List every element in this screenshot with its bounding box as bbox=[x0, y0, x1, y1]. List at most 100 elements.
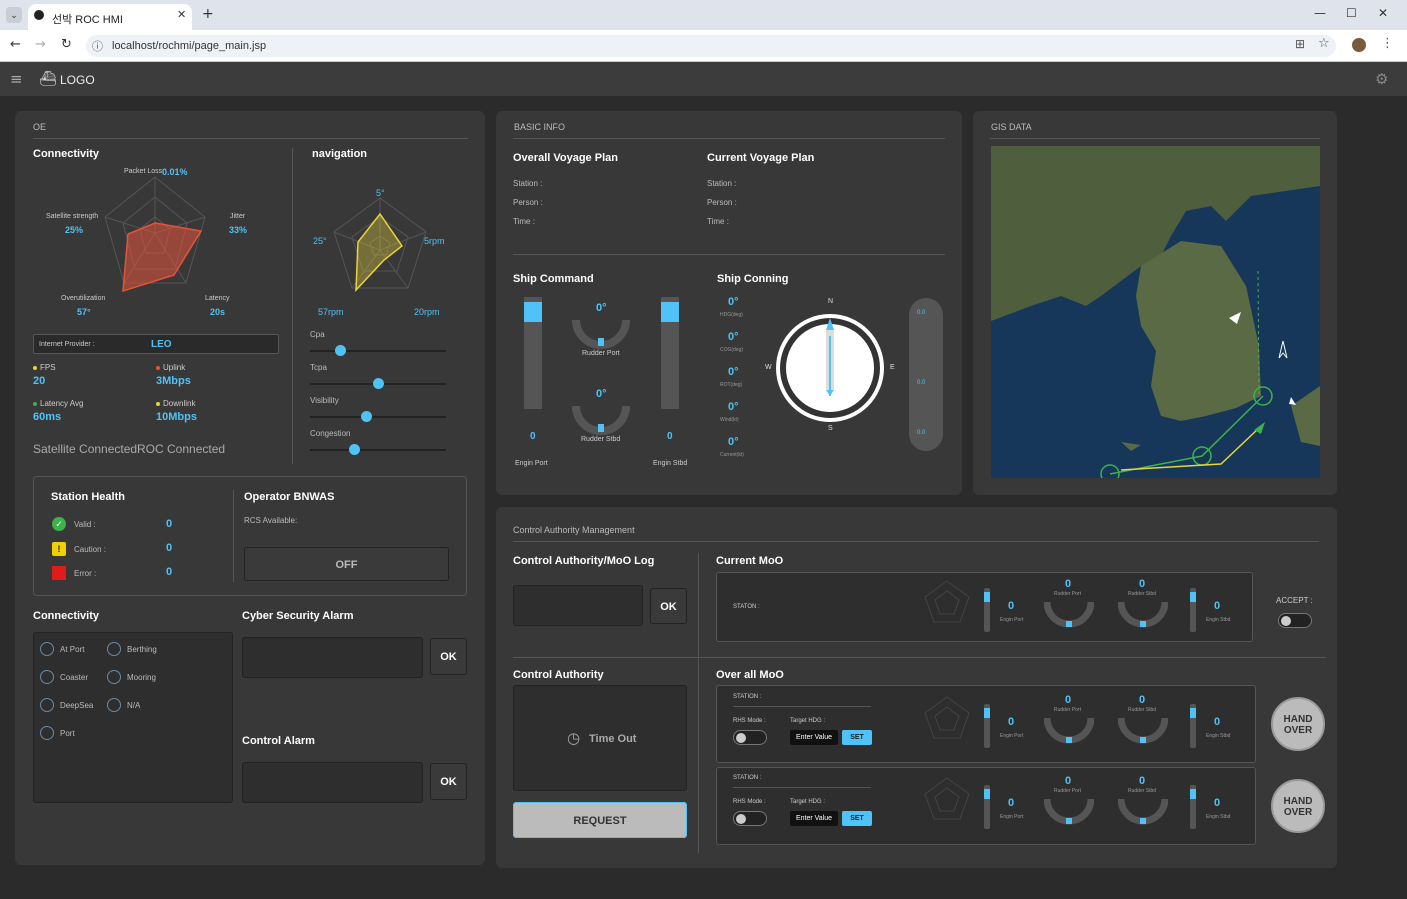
valid-value: 0 bbox=[166, 518, 173, 530]
request-button[interactable]: REQUEST bbox=[513, 802, 687, 838]
cyber-ok-button[interactable]: OK bbox=[430, 638, 467, 675]
set-button[interactable]: SET bbox=[842, 811, 872, 826]
coaster-radio[interactable] bbox=[40, 670, 54, 684]
accept-toggle[interactable] bbox=[1278, 613, 1312, 628]
berthing-radio[interactable] bbox=[107, 642, 121, 656]
roc-status: ROC Connected bbox=[137, 442, 226, 456]
divider bbox=[513, 541, 1319, 542]
latency-avg-value: 60ms bbox=[33, 411, 62, 423]
mooring-radio[interactable] bbox=[107, 670, 121, 684]
tab-list-button[interactable]: ⌄ bbox=[6, 7, 22, 23]
back-icon[interactable]: ← bbox=[10, 37, 21, 52]
compass-s: S bbox=[828, 425, 833, 432]
slider-knob[interactable] bbox=[373, 378, 384, 389]
latency-avg-dot bbox=[33, 402, 37, 406]
gis-map[interactable] bbox=[991, 146, 1320, 478]
accept-label: ACCEPT : bbox=[1276, 596, 1313, 605]
fps-value: 20 bbox=[33, 375, 46, 387]
engine-mini-label: Engin Stbd bbox=[1206, 733, 1231, 739]
overutilization-value: 57° bbox=[77, 307, 91, 317]
translate-icon[interactable]: ⊞ bbox=[1295, 37, 1305, 51]
profile-avatar[interactable] bbox=[1352, 38, 1366, 52]
caution-value: 0 bbox=[166, 542, 173, 554]
slider-knob[interactable] bbox=[334, 345, 346, 356]
timeout-text: Time Out bbox=[589, 733, 637, 745]
control-authority-title: Control Authority bbox=[513, 669, 604, 681]
rudder-mini-label: Rudder Stbd bbox=[1128, 788, 1157, 794]
ship-conning-title: Ship Conning bbox=[717, 273, 789, 285]
rudder-mini-gauge bbox=[1118, 601, 1168, 628]
browser-tab[interactable]: 선박 ROC HMI bbox=[28, 4, 192, 30]
conning-value: 0° bbox=[728, 436, 739, 448]
slider-knob[interactable] bbox=[360, 411, 372, 422]
divider bbox=[733, 706, 871, 707]
na-label: N/A bbox=[127, 701, 141, 710]
bookmark-star-icon[interactable]: ☆ bbox=[1318, 36, 1330, 51]
window-close-icon[interactable]: ✕ bbox=[1378, 6, 1388, 20]
overall-person-label: Person : bbox=[513, 198, 543, 207]
rhs-mode-toggle[interactable] bbox=[733, 730, 767, 745]
port-radio[interactable] bbox=[40, 726, 54, 740]
info-icon[interactable]: ⓘ bbox=[92, 38, 103, 54]
engine-mini-fill bbox=[984, 789, 990, 799]
downlink-label: Downlink bbox=[163, 399, 196, 408]
handover-button-1[interactable]: HAND OVER bbox=[1271, 697, 1325, 751]
downlink-value: 10Mbps bbox=[156, 411, 197, 423]
conning-label: ROT(deg) bbox=[720, 382, 743, 388]
handover-label: HAND OVER bbox=[1283, 714, 1313, 736]
clock-icon: ◷ bbox=[567, 729, 581, 747]
rhs-mode-toggle[interactable] bbox=[733, 811, 767, 826]
forward-icon[interactable]: → bbox=[35, 37, 46, 52]
divider bbox=[698, 553, 699, 853]
slider-label: Congestion bbox=[310, 429, 351, 438]
valid-label: Valid : bbox=[74, 520, 96, 529]
minimize-icon[interactable]: — bbox=[1314, 6, 1326, 20]
tab-close-icon[interactable]: ✕ bbox=[177, 8, 186, 21]
slider-track[interactable] bbox=[310, 350, 446, 352]
target-hdg-input[interactable]: Enter Value bbox=[790, 730, 838, 745]
slider-knob[interactable] bbox=[348, 444, 360, 455]
slider-track[interactable] bbox=[310, 449, 446, 451]
compass-n: N bbox=[828, 298, 834, 305]
at-port-radio[interactable] bbox=[40, 642, 54, 656]
handover-button-2[interactable]: HAND OVER bbox=[1271, 779, 1325, 833]
cyber-alarm-title: Cyber Security Alarm bbox=[242, 610, 354, 622]
rudder-mini-value: 0 bbox=[1065, 578, 1072, 590]
settings-gear-icon[interactable]: ⚙ bbox=[1375, 70, 1388, 88]
moo-log-ok-button[interactable]: OK bbox=[650, 588, 687, 624]
rudder-mini-label: Rudder Stbd bbox=[1128, 591, 1157, 597]
current-station-label: Station : bbox=[707, 179, 737, 188]
na-radio[interactable] bbox=[107, 698, 121, 712]
hamburger-menu-icon[interactable]: ≡ bbox=[10, 70, 23, 88]
new-tab-icon[interactable]: + bbox=[202, 6, 214, 22]
port-label: Port bbox=[60, 729, 75, 738]
conning-value: 0° bbox=[728, 401, 739, 413]
compass-dial bbox=[776, 314, 884, 422]
rudder-mini-value: 0 bbox=[1139, 775, 1146, 787]
reload-icon[interactable]: ↻ bbox=[61, 37, 72, 52]
set-button[interactable]: SET bbox=[842, 730, 872, 745]
browser-menu-icon[interactable]: ⋮ bbox=[1381, 36, 1394, 51]
maximize-icon[interactable]: ☐ bbox=[1346, 6, 1357, 20]
engine-port-value: 0 bbox=[530, 431, 536, 442]
latency-value: 20s bbox=[210, 307, 226, 317]
target-hdg-label: Target HDG : bbox=[790, 799, 826, 805]
coaster-label: Coaster bbox=[60, 673, 89, 682]
compass-w: W bbox=[765, 364, 772, 371]
rudder-mini-gauge bbox=[1118, 717, 1168, 744]
engine-mini-label: Engin Stbd bbox=[1206, 814, 1231, 820]
nav-top-value: 5° bbox=[376, 188, 385, 198]
engine-mini-value: 0 bbox=[1008, 600, 1015, 612]
deepsea-radio[interactable] bbox=[40, 698, 54, 712]
bnwas-off-button[interactable]: OFF bbox=[244, 547, 449, 581]
tab-favicon-icon bbox=[34, 10, 44, 20]
navigation-radar-area bbox=[355, 212, 404, 292]
url-field[interactable]: localhost/rochmi/page_main.jsp bbox=[86, 35, 1336, 57]
slider-track[interactable] bbox=[310, 416, 446, 418]
target-hdg-input[interactable]: Enter Value bbox=[790, 811, 838, 826]
control-alarm-ok-button[interactable]: OK bbox=[430, 763, 467, 800]
engine-mini-fill bbox=[1190, 592, 1196, 602]
navigation-title: navigation bbox=[312, 148, 368, 160]
divider bbox=[513, 657, 1326, 658]
engine-mini-label: Engin Stbd bbox=[1206, 617, 1231, 623]
